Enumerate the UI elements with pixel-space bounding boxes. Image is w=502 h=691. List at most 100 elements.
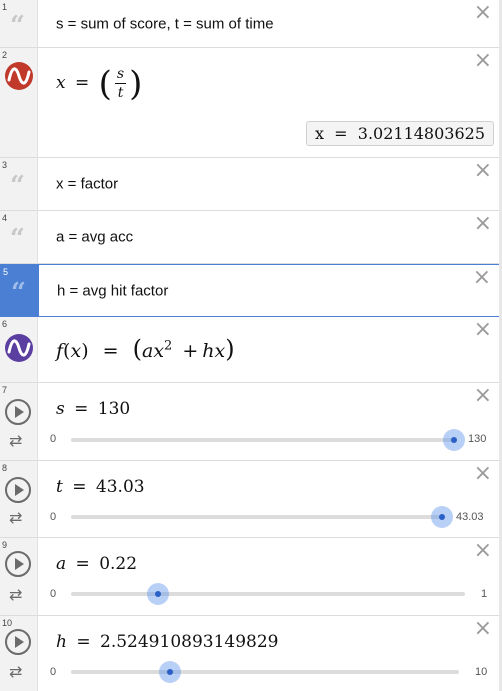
slider-track[interactable] [71, 438, 454, 442]
note-text[interactable]: h = avg hit factor [57, 282, 168, 299]
close-icon[interactable]: × [474, 618, 492, 640]
slider-row-t[interactable]: 8 ⇄ t = 43.03 0 43.03 × [0, 461, 502, 538]
var-x: x [153, 340, 165, 362]
slider-handle-dot [451, 437, 457, 443]
note-text[interactable]: x = factor [56, 176, 118, 193]
slider-row-h[interactable]: 10 ⇄ h = 2.524910893149829 0 10 × [0, 616, 502, 691]
expression-row-5[interactable]: 5 “ h = avg hit factor × [0, 264, 502, 317]
close-icon[interactable]: × [474, 160, 492, 182]
slider-expression[interactable]: h = 2.524910893149829 [56, 632, 278, 652]
function-math[interactable]: f(x) = (ax2 + hx) [56, 335, 235, 363]
slider-value: 2.524910893149829 [100, 632, 279, 652]
plus-sign: + [182, 340, 199, 362]
play-button[interactable] [5, 629, 31, 655]
slider-expression[interactable]: t = 43.03 [56, 477, 145, 497]
right-paren: ) [81, 340, 89, 362]
slider-min[interactable]: 0 [50, 588, 56, 600]
left-paren: ( [98, 63, 112, 104]
slider-expression[interactable]: s = 130 [56, 399, 130, 419]
function-arg: x [70, 340, 82, 362]
play-button[interactable] [5, 399, 31, 425]
slider-handle-dot [439, 514, 445, 520]
slider-max[interactable]: 43.03 [456, 511, 484, 523]
slider-max[interactable]: 1 [481, 588, 487, 600]
close-icon[interactable]: × [474, 2, 492, 24]
desmos-logo-red-icon [5, 62, 33, 90]
close-icon[interactable]: × [474, 385, 492, 407]
row-gutter[interactable]: 10 ⇄ [0, 616, 38, 691]
slider-track[interactable] [71, 515, 442, 519]
math-lhs: x [56, 73, 66, 93]
coef-a: a [142, 340, 154, 362]
desmos-logo-purple-icon [5, 334, 33, 362]
fraction-numerator: s [114, 66, 127, 84]
expression-list: 1 “ s = sum of score, t = sum of time × … [0, 0, 502, 691]
repeat-icon[interactable]: ⇄ [9, 662, 22, 681]
slider-track[interactable] [71, 670, 459, 674]
close-icon[interactable]: × [474, 213, 492, 235]
slider-row-s[interactable]: 7 ⇄ s = 130 0 130 × [0, 383, 502, 461]
expression-row-4[interactable]: 4 “ a = avg acc × [0, 211, 502, 264]
fraction: st [114, 66, 127, 101]
slider-value: 0.22 [99, 554, 138, 574]
expression-row-3[interactable]: 3 “ x = factor × [0, 158, 502, 211]
right-paren: ) [225, 335, 235, 363]
evaluation-value: x = 3.02114803625 [314, 124, 485, 143]
play-button[interactable] [5, 477, 31, 503]
math-equals: = [75, 73, 90, 93]
slider-handle-dot [155, 591, 161, 597]
row-number: 7 [2, 385, 8, 395]
close-icon[interactable]: × [474, 319, 492, 341]
note-quote-icon: “ [11, 277, 26, 308]
note-quote-icon: “ [10, 171, 25, 202]
coef-h: h [202, 340, 215, 362]
slider-max[interactable]: 10 [475, 666, 487, 678]
expression-row-2[interactable]: 2 x = (s t) x = 3.02114803625 × [0, 48, 502, 158]
row-gutter[interactable]: 3 “ [0, 158, 38, 210]
expression-row-1[interactable]: 1 “ s = sum of score, t = sum of time × [0, 0, 502, 48]
row-number: 10 [2, 618, 13, 628]
close-icon[interactable]: × [474, 463, 492, 485]
row-gutter[interactable]: 9 ⇄ [0, 538, 38, 615]
row-number: 4 [2, 213, 8, 223]
slider-var: t [56, 477, 63, 497]
row-gutter[interactable]: 1 “ [0, 0, 38, 47]
row-gutter[interactable]: 8 ⇄ [0, 461, 38, 537]
slider-track[interactable] [71, 592, 465, 596]
row-gutter[interactable]: 4 “ [0, 211, 38, 263]
slider-max[interactable]: 130 [468, 433, 486, 445]
row-gutter[interactable]: 6 [0, 317, 38, 382]
note-text[interactable]: s = sum of score, t = sum of time [56, 15, 274, 32]
slider-min[interactable]: 0 [50, 511, 56, 523]
slider-min[interactable]: 0 [50, 433, 56, 445]
close-icon[interactable]: × [474, 540, 492, 562]
repeat-icon[interactable]: ⇄ [9, 585, 22, 604]
close-icon[interactable]: × [473, 267, 491, 289]
expression-math[interactable]: x = (s t) [56, 66, 142, 101]
math-equals: = [74, 399, 89, 419]
var-x: x [214, 340, 226, 362]
math-equals: = [102, 340, 119, 362]
slider-row-a[interactable]: 9 ⇄ a = 0.22 0 1 × [0, 538, 502, 616]
close-icon[interactable]: × [474, 50, 492, 72]
left-paren: ( [132, 335, 142, 363]
evaluation-box: x = 3.02114803625 [305, 121, 494, 146]
note-text[interactable]: a = avg acc [56, 229, 133, 246]
row-number: 1 [2, 2, 8, 12]
slider-var: a [56, 554, 67, 574]
math-equals: = [72, 477, 87, 497]
slider-value: 43.03 [95, 477, 145, 497]
repeat-icon[interactable]: ⇄ [9, 431, 22, 450]
expression-row-6[interactable]: 6 f(x) = (ax2 + hx) × [0, 317, 502, 383]
fraction-denominator: t [117, 85, 124, 101]
note-quote-icon: “ [10, 224, 25, 255]
exponent: 2 [164, 338, 173, 354]
slider-min[interactable]: 0 [50, 666, 56, 678]
repeat-icon[interactable]: ⇄ [9, 508, 22, 527]
row-gutter[interactable]: 5 “ [1, 265, 39, 316]
row-number: 5 [3, 267, 9, 277]
slider-expression[interactable]: a = 0.22 [56, 554, 137, 574]
row-gutter[interactable]: 7 ⇄ [0, 383, 38, 460]
row-gutter[interactable]: 2 [0, 48, 38, 157]
play-button[interactable] [5, 551, 31, 577]
